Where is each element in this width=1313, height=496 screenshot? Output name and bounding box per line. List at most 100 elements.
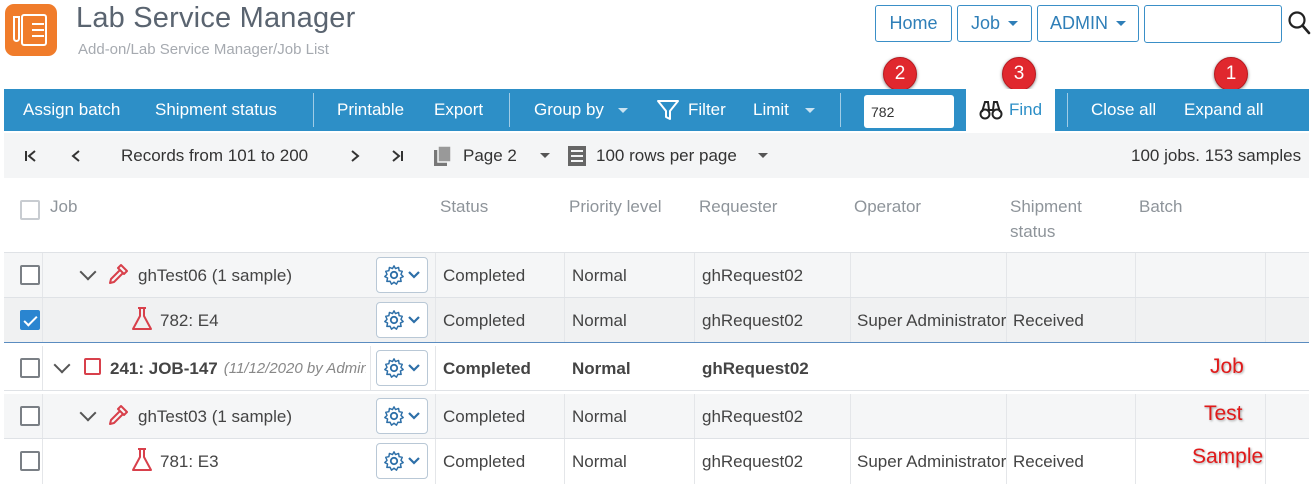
records-range: Records from 101 to 200 bbox=[121, 145, 309, 165]
column-header-status[interactable]: Status bbox=[440, 194, 488, 219]
legend-test-label: Test bbox=[1204, 402, 1243, 425]
column-header-job[interactable]: Job bbox=[50, 194, 77, 219]
job-name[interactable]: ghTest03 (1 sample) bbox=[138, 394, 292, 439]
app-title: Lab Service Manager bbox=[76, 2, 356, 34]
sample-name[interactable]: 781: E3 bbox=[160, 439, 219, 484]
pagination-bar: Records from 101 to 200 Page 2 100 rows … bbox=[4, 133, 1309, 178]
row-checkbox[interactable] bbox=[20, 310, 40, 330]
chevron-down-icon[interactable] bbox=[79, 404, 97, 422]
row-actions-button[interactable] bbox=[376, 350, 428, 386]
requester-cell: ghRequest02 bbox=[702, 265, 804, 285]
column-header-operator[interactable]: Operator bbox=[854, 194, 921, 219]
close-all-button[interactable]: Close all bbox=[1091, 89, 1156, 131]
job-menu-button[interactable]: Job bbox=[957, 5, 1032, 42]
job-meta: (11/12/2020 by AdminFi bbox=[223, 360, 366, 377]
search-input[interactable] bbox=[1144, 5, 1282, 43]
limit-label: Limit bbox=[753, 100, 789, 119]
status-cell: Completed bbox=[443, 451, 526, 471]
last-page-icon[interactable] bbox=[389, 133, 405, 178]
table-row[interactable]: ghTest03 (1 sample) Completed Normal ghR… bbox=[4, 394, 1309, 439]
document-icon bbox=[21, 14, 47, 46]
chevron-down-icon bbox=[408, 457, 420, 465]
expand-all-button[interactable]: Expand all bbox=[1184, 89, 1263, 131]
status-cell: Completed bbox=[443, 358, 531, 378]
requester-cell: ghRequest02 bbox=[702, 406, 804, 426]
gear-icon bbox=[384, 310, 404, 330]
toolbar-divider bbox=[840, 93, 841, 127]
row-actions-button[interactable] bbox=[376, 302, 428, 338]
legend-sample-label: Sample bbox=[1192, 445, 1264, 468]
shipment-status-cell: Received bbox=[1013, 310, 1084, 330]
filter-button[interactable]: Filter bbox=[656, 89, 726, 131]
column-header-requester[interactable]: Requester bbox=[699, 194, 777, 219]
page-select[interactable]: Page 2 bbox=[432, 133, 550, 178]
caret-down-icon bbox=[757, 153, 768, 158]
previous-page-icon[interactable] bbox=[70, 133, 82, 178]
requester-cell: ghRequest02 bbox=[702, 358, 809, 378]
first-page-icon[interactable] bbox=[23, 133, 39, 178]
rows-per-page-select[interactable]: 100 rows per page bbox=[567, 133, 768, 178]
find-button[interactable]: Find bbox=[966, 89, 1055, 131]
operator-cell: Super Administrator bbox=[857, 310, 1007, 330]
assign-batch-button[interactable]: Assign batch bbox=[23, 89, 120, 131]
status-cell: Completed bbox=[443, 310, 526, 330]
test-tube-icon bbox=[13, 16, 20, 42]
app-logo bbox=[5, 4, 57, 56]
row-checkbox[interactable] bbox=[20, 358, 40, 378]
home-label: Home bbox=[889, 13, 938, 33]
shipment-status-cell: Received bbox=[1013, 451, 1084, 471]
row-checkbox[interactable] bbox=[20, 451, 40, 471]
operator-cell: Super Administrator bbox=[857, 451, 1007, 471]
home-button[interactable]: Home bbox=[875, 5, 952, 42]
admin-menu-label: ADMIN bbox=[1050, 13, 1108, 33]
row-actions-button[interactable] bbox=[376, 257, 428, 293]
chevron-down-icon bbox=[408, 271, 420, 279]
table-row[interactable]: ghTest06 (1 sample) Completed Normal ghR… bbox=[4, 253, 1309, 298]
search-icon[interactable] bbox=[1287, 10, 1311, 36]
find-label: Find bbox=[1008, 100, 1043, 119]
row-checkbox[interactable] bbox=[20, 265, 40, 285]
table-row[interactable]: 782: E4 Completed Normal ghRequest02 Sup… bbox=[4, 298, 1309, 343]
find-input[interactable]: 782 bbox=[864, 95, 954, 128]
column-header-priority[interactable]: Priority level bbox=[569, 194, 662, 219]
printable-button[interactable]: Printable bbox=[337, 89, 404, 131]
next-page-icon[interactable] bbox=[349, 133, 361, 178]
chevron-down-icon[interactable] bbox=[53, 356, 71, 374]
table-row[interactable]: 781: E3 Completed Normal ghRequest02 Sup… bbox=[4, 439, 1309, 484]
job-menu-label: Job bbox=[970, 13, 1001, 33]
shipment-status-button[interactable]: Shipment status bbox=[155, 89, 277, 131]
group-by-dropdown[interactable]: Group by bbox=[534, 89, 628, 131]
flask-icon bbox=[132, 307, 152, 330]
admin-menu-button[interactable]: ADMIN bbox=[1037, 5, 1139, 42]
sample-name[interactable]: 782: E4 bbox=[160, 298, 219, 343]
column-header-batch[interactable]: Batch bbox=[1139, 194, 1182, 219]
caret-down-icon bbox=[617, 107, 628, 113]
limit-dropdown[interactable]: Limit bbox=[753, 89, 815, 131]
page-label: Page 2 bbox=[463, 145, 517, 165]
export-button[interactable]: Export bbox=[434, 89, 483, 131]
row-checkbox[interactable] bbox=[20, 406, 40, 426]
rows-per-page-label: 100 rows per page bbox=[596, 145, 737, 165]
toolbar-divider bbox=[313, 93, 314, 127]
row-actions-button[interactable] bbox=[376, 398, 428, 434]
table-row[interactable]: 241: JOB-147 (11/12/2020 by AdminFi Comp… bbox=[4, 346, 1309, 391]
row-actions-button[interactable] bbox=[376, 443, 428, 479]
action-toolbar: Assign batch Shipment status Printable E… bbox=[4, 89, 1309, 131]
toolbar-divider bbox=[1067, 93, 1068, 127]
operator-cell bbox=[857, 253, 1007, 298]
chevron-down-icon[interactable] bbox=[79, 263, 97, 281]
priority-cell: Normal bbox=[572, 265, 627, 285]
chevron-down-icon bbox=[408, 316, 420, 324]
funnel-icon bbox=[657, 100, 679, 120]
toolbar-divider bbox=[509, 93, 510, 127]
job-name[interactable]: ghTest06 (1 sample) bbox=[138, 253, 292, 298]
chevron-down-icon bbox=[408, 364, 420, 372]
chevron-down-icon bbox=[408, 412, 420, 420]
group-by-label: Group by bbox=[534, 100, 604, 119]
caret-down-icon bbox=[804, 107, 815, 113]
breadcrumb[interactable]: Add-on/Lab Service Manager/Job List bbox=[78, 41, 329, 58]
job-title[interactable]: 241: JOB-147 (11/12/2020 by AdminFi bbox=[110, 346, 366, 391]
select-all-checkbox[interactable] bbox=[20, 200, 40, 220]
priority-cell: Normal bbox=[572, 358, 631, 378]
column-header-shipment-status[interactable]: Shipment status bbox=[1010, 194, 1110, 244]
